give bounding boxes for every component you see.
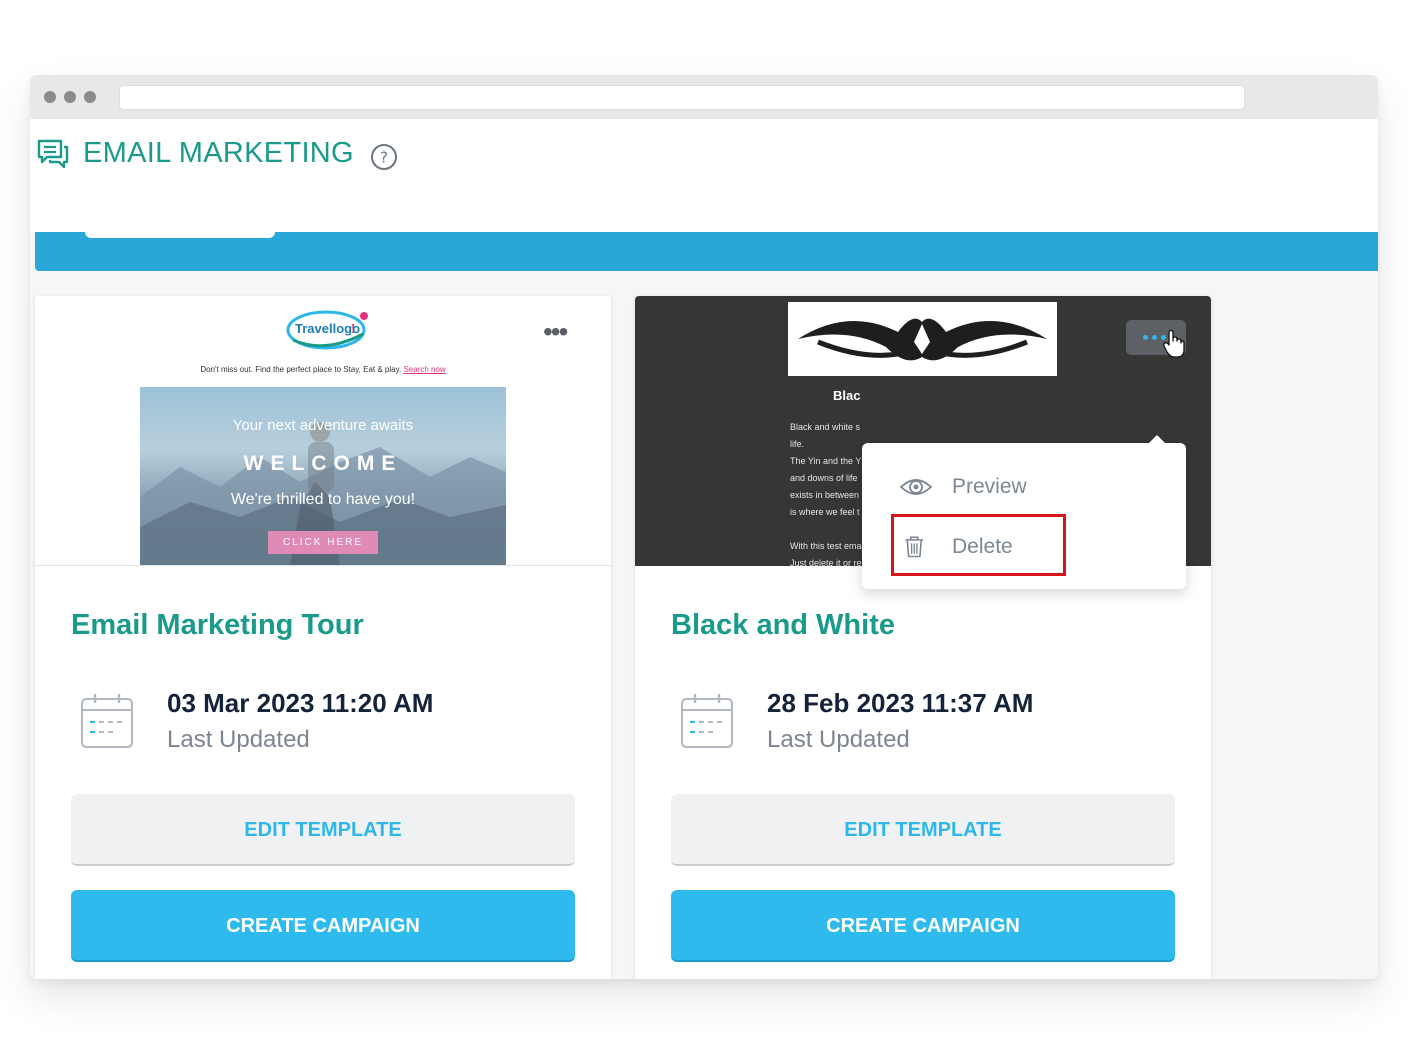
travellogo-logo: Travellogo !: [286, 310, 368, 350]
browser-titlebar: [30, 75, 1378, 119]
template-thumbnail[interactable]: Travellogo ! ••• Don't miss out. Find th…: [35, 296, 611, 566]
window-minimize-dot[interactable]: [64, 91, 76, 103]
address-bar[interactable]: [119, 85, 1245, 110]
last-updated-date: 28 Feb 2023 11:37 AM: [767, 688, 1034, 718]
hero-heading: WELCOME: [243, 452, 403, 475]
tagline-link: Search now: [403, 365, 446, 374]
template-card-black-and-white: Blac Black and white s life. The Yin and…: [635, 296, 1211, 979]
menu-item-label: Preview: [952, 475, 1027, 498]
last-updated-date: 03 Mar 2023 11:20 AM: [167, 688, 434, 718]
hand-cursor-icon: [1163, 329, 1185, 358]
window-maximize-dot[interactable]: [84, 91, 96, 103]
edit-template-button[interactable]: EDIT TEMPLATE: [71, 794, 575, 866]
template-name: Email Marketing Tour: [71, 609, 364, 641]
tribal-header-image: [788, 302, 1057, 376]
page-title: EMAIL MARKETING: [83, 137, 354, 169]
svg-text:!: !: [351, 321, 355, 336]
tagline-text: Don't miss out. Find the perfect place t…: [200, 365, 402, 374]
template-card-email-marketing-tour: Travellogo ! ••• Don't miss out. Find th…: [35, 296, 611, 979]
create-campaign-button[interactable]: CREATE CAMPAIGN: [71, 890, 575, 962]
last-updated-label: Last Updated: [767, 726, 910, 753]
question-circle-icon[interactable]: ?: [370, 143, 398, 171]
preview-title: Blac: [833, 388, 861, 403]
page-header: EMAIL MARKETING ?: [30, 119, 1378, 232]
edit-template-button[interactable]: EDIT TEMPLATE: [671, 794, 1175, 866]
blue-banner: [35, 230, 1378, 271]
preview-tagline: Don't miss out. Find the perfect place t…: [35, 365, 611, 374]
chat-bubbles-icon: [37, 139, 69, 169]
calendar-icon: [81, 694, 133, 748]
menu-item-preview[interactable]: Preview: [862, 462, 1186, 512]
create-campaign-button[interactable]: CREATE CAMPAIGN: [671, 890, 1175, 962]
card-options-menu: Preview Delete: [862, 435, 1186, 589]
hero-message: We're thrilled to have you!: [230, 491, 416, 508]
tribal-ornament: [798, 314, 1047, 361]
hero-subtitle: Your next adventure awaits: [232, 417, 414, 434]
svg-text:?: ?: [380, 149, 388, 167]
window-close-dot[interactable]: [44, 91, 56, 103]
delete-highlight-box: [891, 514, 1066, 576]
menu-caret: [1148, 435, 1166, 444]
eye-icon: [900, 479, 932, 495]
last-updated-label: Last Updated: [167, 726, 310, 753]
template-name: Black and White: [671, 609, 895, 641]
hero-click-button: CLICK HERE: [268, 531, 378, 554]
card-options-button[interactable]: •••: [543, 318, 573, 347]
calendar-icon: [681, 694, 733, 748]
browser-window: EMAIL MARKETING ? Travellogo ! ••• Don't…: [30, 75, 1378, 979]
hero-image: Your next adventure awaits WELCOME We're…: [140, 387, 506, 565]
preview-line: Black and white s: [790, 422, 861, 432]
banner-tab[interactable]: [85, 230, 275, 238]
